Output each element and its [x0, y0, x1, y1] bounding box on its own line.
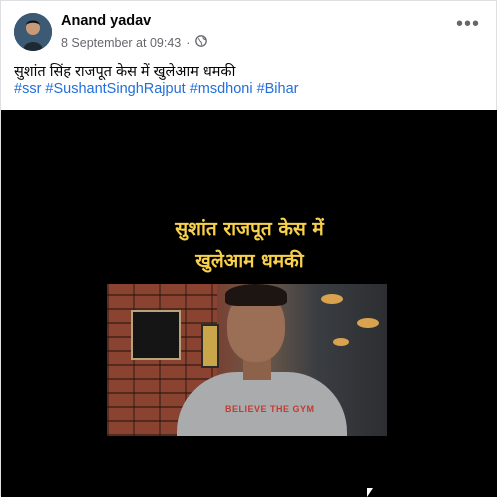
avatar-image [14, 13, 52, 51]
video-frame: BELIEVE THE GYM [107, 284, 387, 436]
person-hair [225, 284, 287, 306]
ceiling-lamp [357, 318, 379, 328]
post-card: Anand yadav 8 September at 09:43 · ••• स… [0, 0, 497, 497]
video-player[interactable]: सुशांत राजपूत केस में खुलेआम धमकी BELIEV… [1, 110, 497, 497]
globe-icon[interactable] [195, 35, 208, 50]
hashtag-link[interactable]: #SushantSinghRajput [45, 81, 185, 97]
video-caption-line2: खुलेआम धमकी [195, 250, 304, 272]
hashtag-list: #ssr #SushantSinghRajput #msdhoni #Bihar [14, 81, 298, 97]
ceiling-lamp [321, 294, 343, 304]
post-meta: 8 September at 09:43 · [61, 35, 208, 50]
meta-separator: · [186, 35, 191, 50]
shirt-print: BELIEVE THE GYM [225, 404, 315, 414]
video-caption-line1: सुशांत राजपूत केस में [175, 218, 324, 240]
hashtag-link[interactable]: #msdhoni [190, 81, 253, 97]
ceiling-lamp [333, 338, 349, 346]
wall-sign [201, 324, 219, 368]
hashtag-link[interactable]: #ssr [14, 81, 41, 97]
post-timestamp[interactable]: 8 September at 09:43 [61, 36, 181, 50]
post-text: सुशांत सिंह राजपूत केस में खुलेआम धमकी [14, 64, 236, 80]
more-options-icon[interactable]: ••• [456, 14, 480, 34]
author-avatar[interactable] [14, 13, 52, 51]
hashtag-link[interactable]: #Bihar [257, 81, 299, 97]
author-name[interactable]: Anand yadav [61, 13, 151, 29]
wall-poster [131, 310, 181, 360]
